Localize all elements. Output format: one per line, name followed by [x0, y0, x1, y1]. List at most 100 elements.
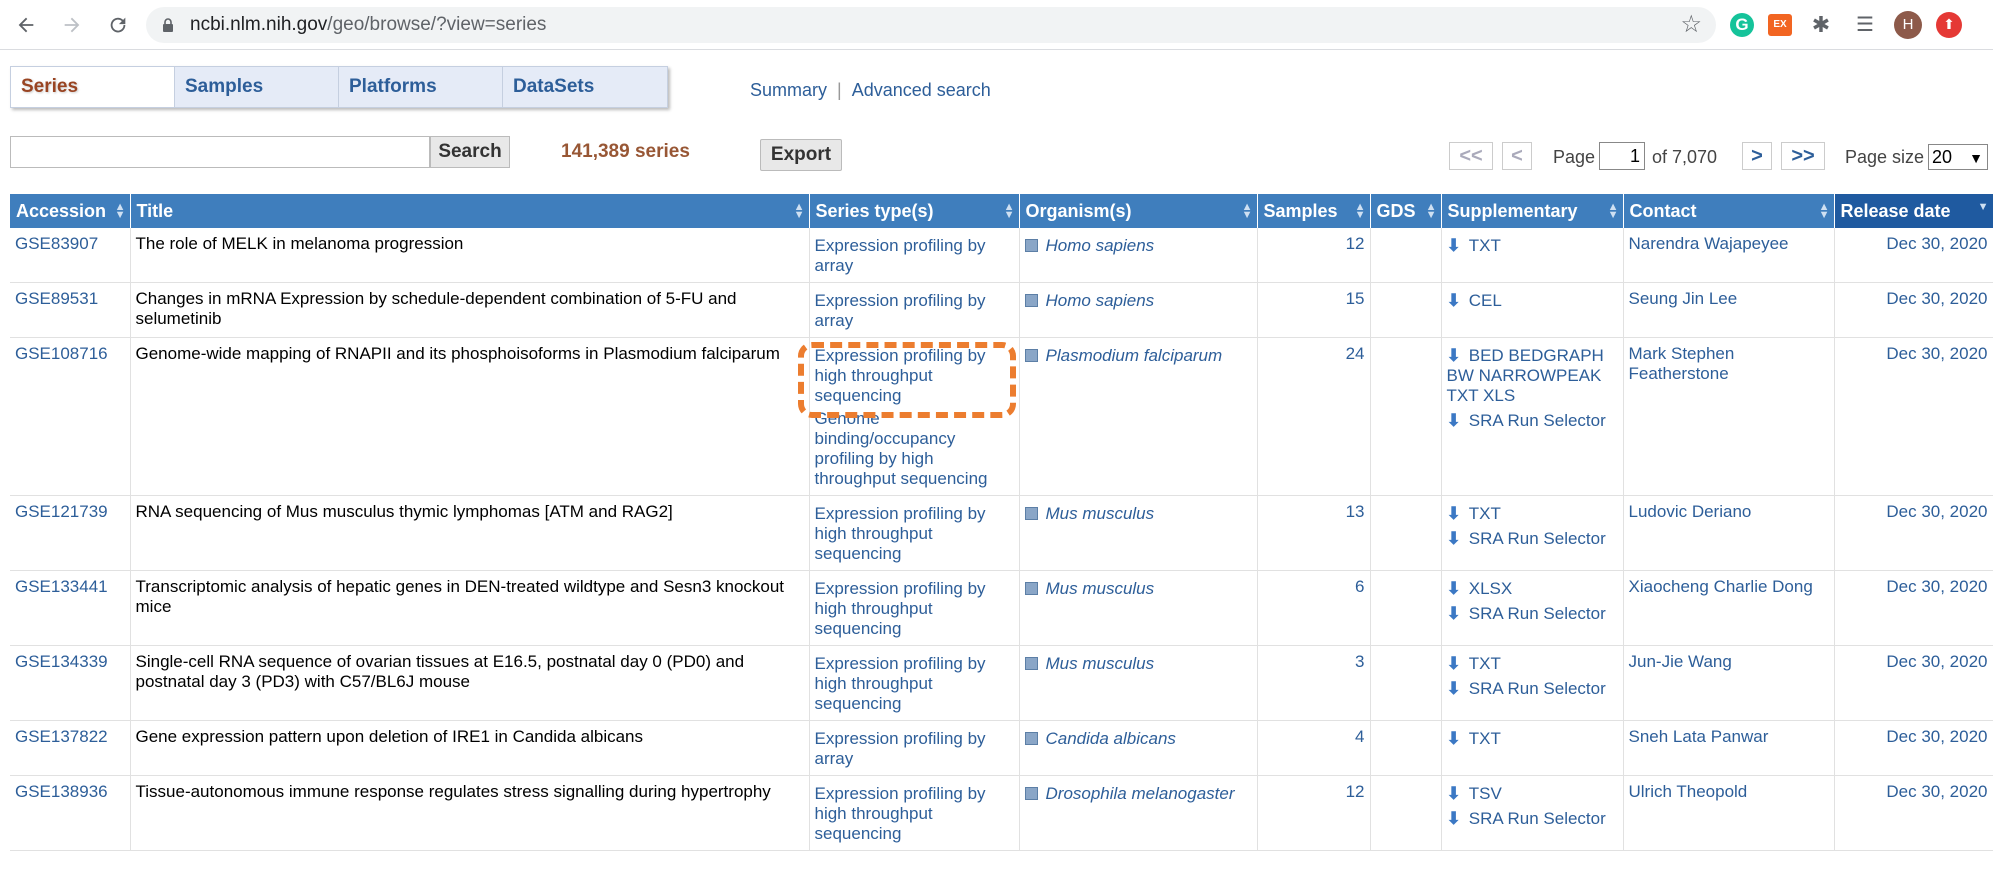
update-icon[interactable]: ⬆	[1936, 11, 1962, 38]
col-organisms[interactable]: Organism(s) ▲ ▼	[1019, 194, 1258, 228]
bookmark-star-icon[interactable]: ☆	[1680, 10, 1702, 39]
organism-link[interactable]: Plasmodium falciparum	[1046, 346, 1223, 365]
organism-link[interactable]: Mus musculus	[1046, 654, 1155, 673]
supplementary-item[interactable]: ⬇ TSV	[1447, 784, 1618, 804]
supplementary-link[interactable]: BED BEDGRAPH BW NARROWPEAK TXT XLS	[1447, 346, 1604, 405]
contact-link[interactable]: Jun-Jie Wang	[1629, 652, 1732, 671]
supplementary-link[interactable]: SRA Run Selector	[1469, 809, 1606, 828]
contact-link[interactable]: Xiaocheng Charlie Dong	[1629, 577, 1813, 596]
ex-extension-icon[interactable]: EX	[1768, 13, 1792, 36]
search-input[interactable]	[10, 136, 430, 168]
samples-count[interactable]: 3	[1257, 645, 1371, 721]
reading-list-icon[interactable]: ☰	[1850, 10, 1880, 40]
supplementary-item[interactable]: ⬇ BED BEDGRAPH BW NARROWPEAK TXT XLS	[1447, 346, 1618, 406]
contact-link[interactable]: Seung Jin Lee	[1629, 289, 1738, 308]
back-icon[interactable]	[6, 5, 46, 45]
supplementary-item[interactable]: ⬇ XLSX	[1447, 579, 1618, 599]
col-samples[interactable]: Samples ▲ ▼	[1257, 194, 1371, 228]
supplementary-item[interactable]: ⬇ SRA Run Selector	[1447, 604, 1618, 624]
first-page-button[interactable]: <<	[1449, 142, 1493, 170]
supplementary-link[interactable]: TXT	[1469, 236, 1501, 255]
address-bar[interactable]: ncbi.nlm.nih.gov/geo/browse/?view=series…	[146, 6, 1716, 43]
samples-count[interactable]: 6	[1257, 570, 1371, 646]
extensions-puzzle-icon[interactable]: ✱	[1806, 10, 1836, 40]
organism-link[interactable]: Candida albicans	[1046, 729, 1176, 748]
accession-link[interactable]: GSE83907	[15, 234, 98, 253]
grammarly-extension-icon[interactable]: G	[1730, 12, 1754, 37]
tab-series[interactable]: Series	[11, 67, 175, 107]
col-title[interactable]: Title ▲ ▼	[130, 194, 810, 228]
next-page-button[interactable]: >	[1742, 142, 1772, 170]
series-type-link[interactable]: Genome binding/occupancy profiling by hi…	[815, 409, 1014, 489]
samples-count[interactable]: 12	[1257, 228, 1371, 283]
accession-link[interactable]: GSE134339	[15, 652, 108, 671]
accession-link[interactable]: GSE137822	[15, 727, 108, 746]
supplementary-link[interactable]: SRA Run Selector	[1469, 411, 1606, 430]
contact-link[interactable]: Narendra Wajapeyee	[1629, 234, 1789, 253]
supplementary-link[interactable]: SRA Run Selector	[1469, 529, 1606, 548]
supplementary-item[interactable]: ⬇ SRA Run Selector	[1447, 411, 1618, 431]
series-type-link[interactable]: Expression profiling by array	[815, 729, 1014, 769]
supplementary-item[interactable]: ⬇ TXT	[1447, 654, 1618, 674]
search-button[interactable]: Search	[430, 136, 510, 168]
series-type-link[interactable]: Expression profiling by high throughput …	[815, 346, 1014, 406]
page-size-select[interactable]: 20 ▼	[1928, 144, 1988, 170]
samples-count[interactable]: 4	[1257, 720, 1371, 776]
supplementary-item[interactable]: ⬇ TXT	[1447, 504, 1618, 524]
col-release-date[interactable]: Release date ▼	[1834, 194, 1993, 228]
supplementary-link[interactable]: SRA Run Selector	[1469, 679, 1606, 698]
supplementary-link[interactable]: TSV	[1469, 784, 1502, 803]
samples-count[interactable]: 13	[1257, 495, 1371, 571]
series-type-link[interactable]: Expression profiling by high throughput …	[815, 654, 1014, 714]
col-gds[interactable]: GDS ▲ ▼	[1370, 194, 1442, 228]
profile-avatar[interactable]: H	[1894, 10, 1922, 39]
contact-link[interactable]: Mark Stephen Featherstone	[1629, 344, 1735, 383]
tab-samples[interactable]: Samples	[175, 67, 339, 107]
forward-icon[interactable]	[52, 5, 92, 45]
col-series-types[interactable]: Series type(s) ▲ ▼	[809, 194, 1020, 228]
supplementary-item[interactable]: ⬇ CEL	[1447, 291, 1618, 311]
supplementary-item[interactable]: ⬇ SRA Run Selector	[1447, 679, 1618, 699]
accession-link[interactable]: GSE89531	[15, 289, 98, 308]
organism-link[interactable]: Homo sapiens	[1046, 291, 1155, 310]
export-button[interactable]: Export	[760, 139, 842, 171]
contact-link[interactable]: Sneh Lata Panwar	[1629, 727, 1769, 746]
accession-link[interactable]: GSE108716	[15, 344, 108, 363]
col-accession[interactable]: Accession ▲ ▼	[10, 194, 131, 228]
tab-datasets[interactable]: DataSets	[503, 67, 667, 107]
advanced-search-link[interactable]: Advanced search	[852, 80, 991, 100]
accession-link[interactable]: GSE133441	[15, 577, 108, 596]
col-contact[interactable]: Contact ▲ ▼	[1623, 194, 1835, 228]
supplementary-link[interactable]: TXT	[1469, 504, 1501, 523]
supplementary-item[interactable]: ⬇ TXT	[1447, 236, 1618, 256]
col-supplementary[interactable]: Supplementary ▲ ▼	[1441, 194, 1624, 228]
supplementary-item[interactable]: ⬇ SRA Run Selector	[1447, 529, 1618, 549]
organism-link[interactable]: Mus musculus	[1046, 579, 1155, 598]
last-page-button[interactable]: >>	[1781, 142, 1825, 170]
reload-icon[interactable]	[98, 5, 138, 45]
series-type-link[interactable]: Expression profiling by array	[815, 236, 1014, 276]
organism-link[interactable]: Homo sapiens	[1046, 236, 1155, 255]
contact-link[interactable]: Ulrich Theopold	[1629, 782, 1748, 801]
summary-link[interactable]: Summary	[750, 80, 827, 100]
samples-count[interactable]: 15	[1257, 282, 1371, 338]
prev-page-button[interactable]: <	[1502, 142, 1532, 170]
supplementary-link[interactable]: XLSX	[1469, 579, 1512, 598]
accession-link[interactable]: GSE138936	[15, 782, 108, 801]
supplementary-link[interactable]: TXT	[1469, 729, 1501, 748]
organism-link[interactable]: Mus musculus	[1046, 504, 1155, 523]
organism-link[interactable]: Drosophila melanogaster	[1046, 784, 1235, 803]
page-number-input[interactable]: 1	[1599, 142, 1645, 170]
series-type-link[interactable]: Expression profiling by array	[815, 291, 1014, 331]
series-type-link[interactable]: Expression profiling by high throughput …	[815, 504, 1014, 564]
supplementary-link[interactable]: CEL	[1469, 291, 1502, 310]
tab-platforms[interactable]: Platforms	[339, 67, 503, 107]
series-type-link[interactable]: Expression profiling by high throughput …	[815, 784, 1014, 844]
series-type-link[interactable]: Expression profiling by high throughput …	[815, 579, 1014, 639]
accession-link[interactable]: GSE121739	[15, 502, 108, 521]
supplementary-item[interactable]: ⬇ TXT	[1447, 729, 1618, 749]
supplementary-link[interactable]: SRA Run Selector	[1469, 604, 1606, 623]
supplementary-item[interactable]: ⬇ SRA Run Selector	[1447, 809, 1618, 829]
samples-count[interactable]: 12	[1257, 775, 1371, 851]
samples-count[interactable]: 24	[1257, 337, 1371, 496]
